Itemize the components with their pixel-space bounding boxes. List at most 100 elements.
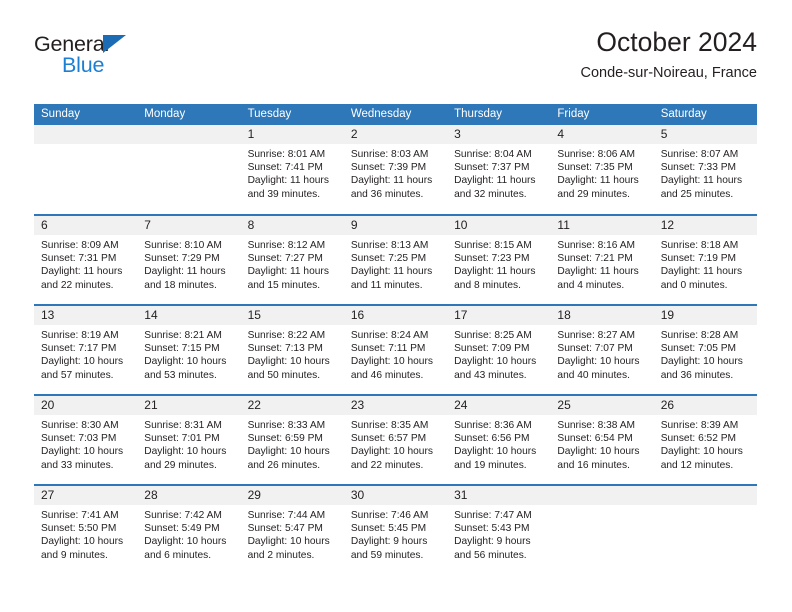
- sunrise-text: Sunrise: 8:19 AM: [41, 330, 119, 341]
- day-cell: [653, 486, 757, 575]
- day-cell: 17 Sunrise: 8:25 AM Sunset: 7:09 PM Dayligh…: [447, 306, 551, 394]
- day-details: Sunrise: 8:19 AM Sunset: 7:17 PM Daylight:…: [34, 325, 137, 382]
- day-header-tuesday: Tuesday: [240, 104, 344, 125]
- calendar-cell-day[interactable]: 21 Sunrise: 8:31 AM Sunset: 7:01 PM Dayligh…: [137, 394, 241, 485]
- day-number: 18: [550, 306, 654, 325]
- sunrise-text: Sunrise: 8:13 AM: [350, 240, 429, 251]
- daylight-text: Daylight: 11 hours and 4 minutes.: [557, 266, 639, 291]
- sunset-text: Sunset: 6:54 PM: [557, 433, 633, 445]
- calendar-cell-day[interactable]: 10 Sunrise: 8:15 AM Sunset: 7:23 PM Dayligh…: [447, 214, 551, 305]
- calendar-cell-day[interactable]: 3 Sunrise: 8:04 AM Sunset: 7:37 PM Daylight…: [447, 125, 551, 215]
- daylight-text: Daylight: 10 hours and 36 minutes.: [660, 356, 743, 381]
- calendar-cell-day[interactable]: 27 Sunrise: 7:41 AM Sunset: 5:50 PM Dayligh…: [34, 484, 138, 575]
- day-number: 1: [240, 125, 344, 144]
- day-cell: 23 Sunrise: 8:35 AM Sunset: 6:57 PM Dayligh…: [343, 396, 448, 484]
- day-header-saturday: Saturday: [653, 104, 757, 125]
- calendar-cell-day[interactable]: 6 Sunrise: 8:09 AM Sunset: 7:31 PM Daylight…: [34, 214, 138, 305]
- sunrise-text: Sunrise: 7:47 AM: [454, 510, 532, 521]
- day-cell: 11 Sunrise: 8:16 AM Sunset: 7:21 PM Dayligh…: [550, 216, 654, 304]
- calendar-cell-day[interactable]: 17 Sunrise: 8:25 AM Sunset: 7:09 PM Dayligh…: [447, 304, 551, 395]
- daylight-text: Daylight: 11 hours and 0 minutes.: [660, 266, 743, 291]
- sunset-text: Sunset: 7:15 PM: [144, 343, 220, 355]
- day-details: Sunrise: 8:35 AM Sunset: 6:57 PM Daylight:…: [344, 415, 447, 472]
- calendar-cell-day[interactable]: 4 Sunrise: 8:06 AM Sunset: 7:35 PM Daylight…: [550, 125, 654, 215]
- calendar-cell-day[interactable]: 22 Sunrise: 8:33 AM Sunset: 6:59 PM Dayligh…: [240, 394, 344, 485]
- calendar-cell-day[interactable]: 14 Sunrise: 8:21 AM Sunset: 7:15 PM Dayligh…: [137, 304, 241, 395]
- daylight-text: Daylight: 11 hours and 39 minutes.: [247, 175, 329, 200]
- day-number: 11: [550, 216, 654, 235]
- day-number: [550, 486, 654, 505]
- day-number: 2: [343, 125, 448, 144]
- calendar-cell-day[interactable]: 23 Sunrise: 8:35 AM Sunset: 6:57 PM Dayligh…: [343, 394, 448, 485]
- calendar-cell-day[interactable]: 30 Sunrise: 7:46 AM Sunset: 5:45 PM Dayligh…: [343, 484, 448, 575]
- calendar-cell-day[interactable]: 29 Sunrise: 7:44 AM Sunset: 5:47 PM Dayligh…: [240, 484, 344, 575]
- day-details: Sunrise: 8:06 AM Sunset: 7:35 PM Daylight:…: [550, 144, 653, 201]
- sunrise-text: Sunrise: 8:35 AM: [350, 420, 429, 431]
- day-details: Sunrise: 8:01 AM Sunset: 7:41 PM Daylight:…: [241, 144, 344, 201]
- calendar-cell-day[interactable]: 5 Sunrise: 8:07 AM Sunset: 7:33 PM Daylight…: [653, 125, 757, 215]
- sunrise-text: Sunrise: 8:07 AM: [660, 149, 739, 160]
- calendar-cell-day[interactable]: 15 Sunrise: 8:22 AM Sunset: 7:13 PM Dayligh…: [240, 304, 344, 395]
- sunrise-text: Sunrise: 8:25 AM: [454, 330, 532, 341]
- calendar-cell-day[interactable]: 8 Sunrise: 8:12 AM Sunset: 7:27 PM Daylight…: [240, 214, 344, 305]
- day-details: Sunrise: 7:47 AM Sunset: 5:43 PM Daylight:…: [447, 505, 550, 562]
- calendar-grid: Sunday Monday Tuesday Wednesday Thursday…: [34, 104, 757, 575]
- day-of-week-header-row: Sunday Monday Tuesday Wednesday Thursday…: [34, 104, 757, 125]
- calendar-cell-day[interactable]: 1 Sunrise: 8:01 AM Sunset: 7:41 PM Daylight…: [240, 125, 344, 215]
- day-cell: [550, 486, 654, 575]
- sunset-text: Sunset: 7:19 PM: [660, 253, 737, 265]
- calendar-cell-day[interactable]: 25 Sunrise: 8:38 AM Sunset: 6:54 PM Dayligh…: [550, 394, 654, 485]
- daylight-text: Daylight: 9 hours and 56 minutes.: [454, 536, 531, 561]
- calendar-cell-day[interactable]: 9 Sunrise: 8:13 AM Sunset: 7:25 PM Daylight…: [343, 214, 448, 305]
- calendar-week-row: 6 Sunrise: 8:09 AM Sunset: 7:31 PM Daylight…: [34, 214, 757, 305]
- sunrise-text: Sunrise: 7:46 AM: [350, 510, 429, 521]
- day-number: 30: [343, 486, 448, 505]
- day-cell: 25 Sunrise: 8:38 AM Sunset: 6:54 PM Dayligh…: [550, 396, 654, 484]
- day-cell: 21 Sunrise: 8:31 AM Sunset: 7:01 PM Dayligh…: [137, 396, 241, 484]
- day-number: 4: [550, 125, 654, 144]
- calendar-cell-day[interactable]: 31 Sunrise: 7:47 AM Sunset: 5:43 PM Dayligh…: [447, 484, 551, 575]
- sunset-text: Sunset: 7:39 PM: [350, 162, 427, 174]
- calendar-cell-day[interactable]: 20 Sunrise: 8:30 AM Sunset: 7:03 PM Dayligh…: [34, 394, 138, 485]
- daylight-text: Daylight: 10 hours and 53 minutes.: [144, 356, 227, 381]
- calendar-cell-day[interactable]: 11 Sunrise: 8:16 AM Sunset: 7:21 PM Dayligh…: [550, 214, 654, 305]
- calendar-week-row: 27 Sunrise: 7:41 AM Sunset: 5:50 PM Dayligh…: [34, 484, 757, 575]
- day-cell: 20 Sunrise: 8:30 AM Sunset: 7:03 PM Dayligh…: [34, 396, 138, 484]
- day-number: 21: [137, 396, 241, 415]
- sunrise-text: Sunrise: 8:06 AM: [557, 149, 635, 160]
- calendar-cell-day[interactable]: 26 Sunrise: 8:39 AM Sunset: 6:52 PM Dayligh…: [653, 394, 757, 485]
- calendar-cell-day[interactable]: 13 Sunrise: 8:19 AM Sunset: 7:17 PM Dayligh…: [34, 304, 138, 395]
- calendar-cell-day[interactable]: 24 Sunrise: 8:36 AM Sunset: 6:56 PM Dayligh…: [447, 394, 551, 485]
- calendar-cell-day[interactable]: 19 Sunrise: 8:28 AM Sunset: 7:05 PM Dayligh…: [653, 304, 757, 395]
- daylight-text: Daylight: 10 hours and 40 minutes.: [557, 356, 640, 381]
- day-number: 15: [240, 306, 344, 325]
- calendar-cell-day[interactable]: 2 Sunrise: 8:03 AM Sunset: 7:39 PM Daylight…: [343, 125, 448, 215]
- daylight-text: Daylight: 10 hours and 2 minutes.: [247, 536, 330, 561]
- sunrise-text: Sunrise: 8:15 AM: [454, 240, 532, 251]
- calendar-cell-day[interactable]: 28 Sunrise: 7:42 AM Sunset: 5:49 PM Dayligh…: [137, 484, 241, 575]
- sunrise-text: Sunrise: 8:36 AM: [454, 420, 532, 431]
- calendar-cell-day[interactable]: 18 Sunrise: 8:27 AM Sunset: 7:07 PM Dayligh…: [550, 304, 654, 395]
- sunset-text: Sunset: 7:29 PM: [144, 253, 220, 265]
- day-number: 16: [343, 306, 448, 325]
- calendar-cell-day[interactable]: 16 Sunrise: 8:24 AM Sunset: 7:11 PM Dayligh…: [343, 304, 448, 395]
- sunset-text: Sunset: 5:45 PM: [350, 523, 427, 535]
- daylight-text: Daylight: 10 hours and 46 minutes.: [350, 356, 433, 381]
- daylight-text: Daylight: 11 hours and 32 minutes.: [454, 175, 536, 200]
- sunset-text: Sunset: 7:25 PM: [350, 253, 427, 265]
- daylight-text: Daylight: 11 hours and 36 minutes.: [350, 175, 433, 200]
- day-cell: 3 Sunrise: 8:04 AM Sunset: 7:37 PM Daylight…: [447, 125, 551, 214]
- sunrise-text: Sunrise: 7:41 AM: [41, 510, 119, 521]
- day-header-sunday: Sunday: [34, 104, 138, 125]
- calendar-cell-day[interactable]: 12 Sunrise: 8:18 AM Sunset: 7:19 PM Dayligh…: [653, 214, 757, 305]
- day-number: 27: [34, 486, 138, 505]
- calendar-cell-day[interactable]: 7 Sunrise: 8:10 AM Sunset: 7:29 PM Daylight…: [137, 214, 241, 305]
- sunset-text: Sunset: 7:21 PM: [557, 253, 633, 265]
- daylight-text: Daylight: 10 hours and 29 minutes.: [144, 446, 227, 471]
- calendar-cell-empty: [550, 484, 654, 575]
- day-number: 13: [34, 306, 138, 325]
- sunrise-text: Sunrise: 8:24 AM: [350, 330, 429, 341]
- day-number: 5: [653, 125, 757, 144]
- day-cell: 27 Sunrise: 7:41 AM Sunset: 5:50 PM Dayligh…: [34, 486, 138, 575]
- day-number: 9: [343, 216, 448, 235]
